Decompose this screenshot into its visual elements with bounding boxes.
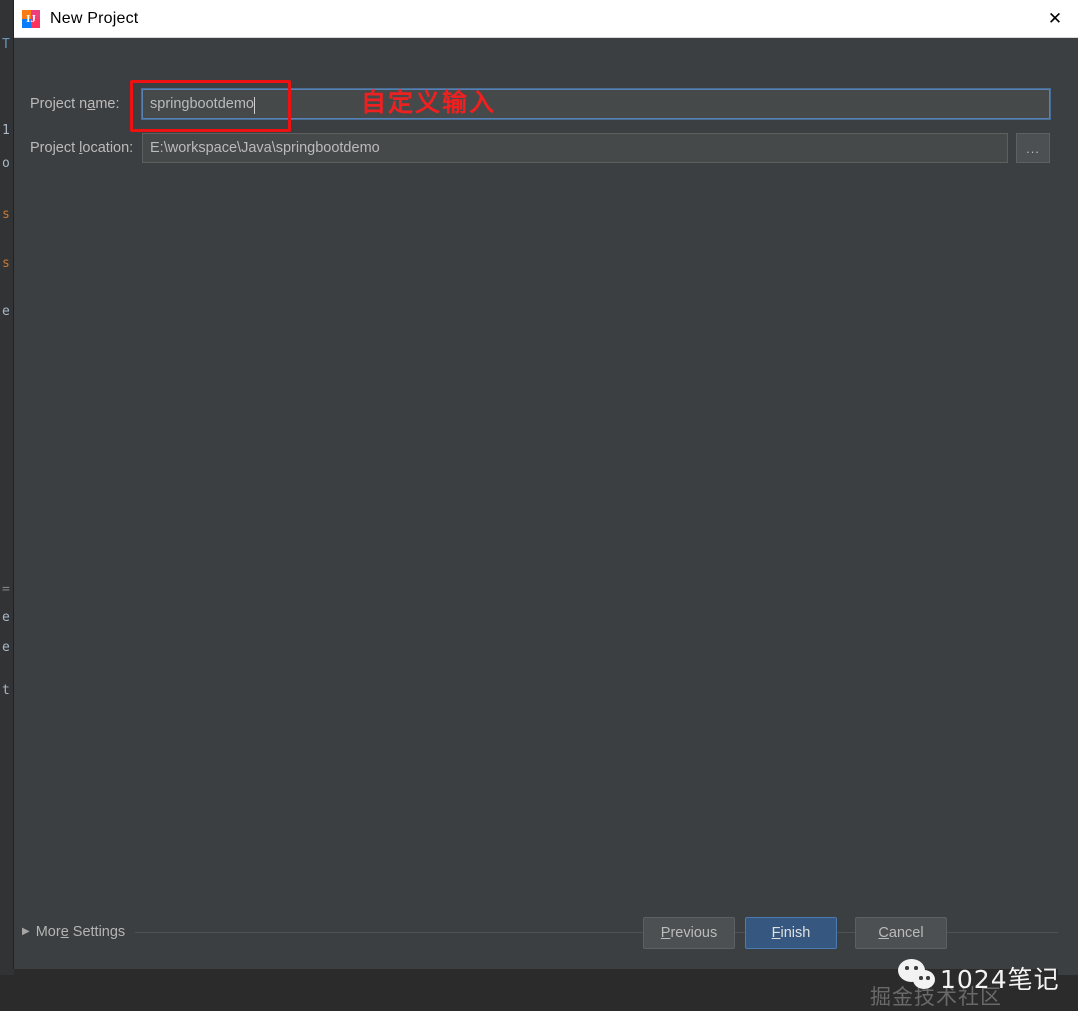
project-location-input[interactable]: E:\workspace\Java\springbootdemo	[142, 133, 1008, 163]
project-name-row: Project name: springbootdemo	[30, 89, 1070, 119]
wechat-icon	[898, 959, 938, 995]
code-fragment: 1.	[2, 123, 14, 138]
dialog-body: Project name: springbootdemo Project loc…	[14, 38, 1078, 1009]
annotation-label: 自定义输入	[361, 88, 497, 117]
dialog-footer: Previous Finish Cancel	[14, 917, 1078, 951]
code-fragment: =	[2, 582, 10, 597]
browse-folder-button[interactable]: ...	[1016, 133, 1050, 163]
project-location-value: E:\workspace\Java\springbootdemo	[150, 140, 380, 156]
project-name-label: Project name:	[30, 96, 120, 112]
previous-button[interactable]: Previous	[643, 917, 735, 949]
text-caret	[254, 96, 255, 114]
code-fragment: e	[2, 640, 10, 655]
watermark-ghost-text: 掘金技术社区	[870, 985, 1002, 1009]
code-fragment: s	[2, 207, 10, 222]
code-fragment: o	[2, 156, 10, 171]
new-project-dialog: IJ New Project ✕ Project name: springboo…	[14, 0, 1078, 1009]
code-fragment: e	[2, 304, 10, 319]
finish-button[interactable]: Finish	[745, 917, 837, 949]
screen-root: T1.osse=eet ca IJ New Project ✕ Project …	[0, 0, 1078, 1009]
watermark-brand-text: 1024笔记	[940, 965, 1060, 994]
code-fragment: t	[2, 683, 10, 698]
code-fragment: e	[2, 610, 10, 625]
dialog-titlebar: IJ New Project ✕	[14, 0, 1078, 38]
watermark-overlay: 掘金技术社区 1024笔记	[870, 959, 1074, 1009]
code-fragment: T	[2, 37, 10, 52]
code-fragment: s	[2, 256, 10, 271]
intellij-idea-icon: IJ	[22, 9, 40, 28]
project-location-label: Project location:	[30, 140, 134, 156]
project-name-input[interactable]: springbootdemo	[142, 89, 1050, 119]
editor-gutter	[0, 36, 14, 975]
project-name-value: springbootdemo	[150, 96, 254, 112]
close-icon[interactable]: ✕	[1032, 0, 1078, 37]
project-location-row: Project location: E:\workspace\Java\spri…	[30, 133, 1070, 163]
background-ide-left-strip: T1.osse=eet	[0, 0, 14, 975]
cancel-button[interactable]: Cancel	[855, 917, 947, 949]
dialog-title: New Project	[50, 9, 139, 27]
